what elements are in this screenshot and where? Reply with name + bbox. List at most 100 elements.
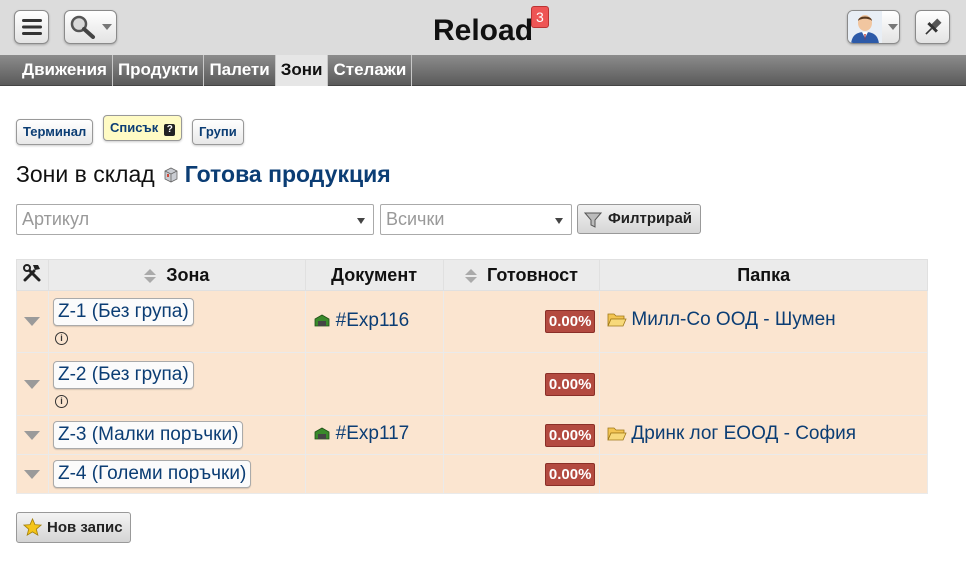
readiness-cell: 0.00% — [442, 454, 601, 494]
warehouse-link[interactable]: Готова продукция — [185, 161, 391, 188]
document-link-label: #Exp117 — [335, 423, 410, 444]
menu-button[interactable] — [14, 10, 49, 44]
document-cell: #Exp116 — [304, 290, 444, 353]
search-icon — [70, 15, 95, 39]
folder-open-icon — [607, 313, 628, 327]
article-filter-placeholder: Артикул — [22, 209, 90, 229]
top-bar: Reload 3 — [0, 0, 966, 55]
state-filter-select[interactable]: Всички — [380, 204, 572, 235]
chevron-down-icon — [555, 218, 563, 224]
zone-link[interactable]: Z-4 (Големи поръчки) — [52, 460, 252, 488]
funnel-icon — [584, 212, 602, 228]
chevron-down-icon — [357, 218, 365, 224]
table-row: Z-2 (Без група) i 0.00% — [16, 352, 928, 416]
terminal-view-button[interactable]: Терминал — [16, 119, 94, 145]
document-link[interactable]: #Exp116 — [314, 309, 410, 332]
new-record-button[interactable]: Нов запис — [16, 512, 131, 543]
row-toggle-cell — [16, 290, 49, 353]
zone-link[interactable]: Z-1 (Без група) — [52, 298, 194, 326]
filter-button[interactable]: Филтрирай — [577, 204, 701, 234]
zone-cell: Z-4 (Големи поръчки) — [47, 454, 306, 494]
zone-column-header[interactable]: Зона — [47, 259, 306, 291]
folder-link-label: Милл-Со ООД - Шумен — [631, 309, 836, 330]
list-view-label: Списък — [110, 120, 159, 135]
state-filter-value: Всички — [386, 209, 445, 229]
row-toggle-cell — [16, 352, 49, 416]
readiness-column-header[interactable]: Готовност — [442, 259, 601, 291]
groups-view-button[interactable]: Групи — [192, 119, 244, 145]
folder-cell: Дринк лог ЕООД - София — [599, 415, 928, 455]
zone-link[interactable]: Z-2 (Без група) — [52, 360, 194, 389]
document-column-header: Документ — [304, 259, 444, 291]
tab-movements[interactable]: Движения — [16, 55, 113, 86]
row-expand-icon[interactable] — [24, 379, 41, 389]
tab-racks[interactable]: Стелажи — [328, 55, 413, 86]
folder-link[interactable]: Дринк лог ЕООД - София — [607, 423, 856, 445]
info-icon[interactable]: i — [54, 394, 68, 408]
filter-button-label: Филтрирай — [608, 210, 693, 227]
zone-cell: Z-1 (Без група) i — [47, 290, 306, 353]
groups-view-label: Групи — [199, 124, 237, 139]
page-title: Зони в склад Готова продукция — [16, 161, 391, 188]
folder-link-label: Дринк лог ЕООД - София — [631, 422, 857, 444]
hamburger-menu-icon — [21, 19, 42, 35]
readiness-column-label: Готовност — [487, 264, 578, 285]
tools-icon — [23, 263, 41, 281]
pin-button[interactable] — [915, 10, 950, 44]
warehouse-box-icon — [164, 167, 178, 182]
document-link[interactable]: #Exp117 — [314, 423, 410, 445]
shipment-icon — [314, 427, 330, 440]
row-expand-icon[interactable] — [24, 469, 41, 479]
readiness-cell: 0.00% — [442, 352, 601, 416]
table-row: Z-4 (Големи поръчки) 0.00% — [16, 454, 928, 494]
folder-cell — [599, 454, 928, 494]
zone-cell: Z-3 (Малки поръчки) — [47, 415, 306, 455]
user-avatar — [848, 11, 882, 43]
zones-table: Зона Документ Готовност Папка Z-1 (Без г… — [16, 259, 928, 494]
document-link-label: #Exp116 — [335, 309, 410, 331]
row-expand-icon[interactable] — [24, 317, 41, 326]
readiness-badge: 0.00% — [544, 372, 596, 396]
page-title-prefix: Зони в склад — [16, 161, 155, 187]
sort-icon[interactable] — [465, 268, 478, 283]
star-icon — [23, 518, 42, 537]
readiness-badge: 0.00% — [544, 310, 596, 333]
table-row: Z-3 (Малки поръчки) #Exp117 0.00% Дринк … — [16, 415, 928, 455]
chevron-down-icon — [888, 24, 898, 30]
sort-icon[interactable] — [144, 268, 157, 283]
tools-column-header[interactable] — [16, 259, 49, 291]
folder-cell — [599, 352, 928, 416]
user-menu-button[interactable] — [847, 10, 900, 44]
folder-open-icon — [607, 427, 628, 440]
zone-column-label: Зона — [166, 264, 210, 285]
readiness-badge: 0.00% — [544, 423, 596, 447]
tab-zones[interactable]: Зони — [275, 55, 329, 86]
tab-pallets[interactable]: Палети — [204, 55, 276, 86]
shipment-icon — [314, 314, 330, 326]
terminal-view-label: Терминал — [23, 124, 87, 139]
readiness-badge: 0.00% — [544, 462, 596, 486]
search-button[interactable] — [64, 10, 117, 44]
readiness-cell: 0.00% — [442, 415, 601, 455]
folder-link[interactable]: Милл-Со ООД - Шумен — [607, 309, 836, 331]
tab-products[interactable]: Продукти — [113, 55, 205, 86]
document-cell — [304, 454, 444, 494]
row-toggle-cell — [16, 415, 49, 455]
notification-badge[interactable]: 3 — [531, 6, 549, 28]
zone-cell: Z-2 (Без група) i — [47, 352, 306, 416]
readiness-cell: 0.00% — [442, 290, 601, 353]
list-view-button[interactable]: Списък? — [103, 115, 183, 141]
table-row: Z-1 (Без група) i #Exp116 0.00% Милл-Со … — [16, 290, 928, 353]
document-column-label: Документ — [331, 264, 418, 285]
article-filter-select[interactable]: Артикул — [16, 204, 374, 235]
row-expand-icon[interactable] — [24, 430, 41, 440]
folder-column-header: Папка — [599, 259, 928, 291]
info-icon[interactable]: i — [54, 332, 68, 345]
folder-cell: Милл-Со ООД - Шумен — [599, 290, 928, 353]
document-cell — [304, 352, 444, 416]
document-cell: #Exp117 — [304, 415, 444, 455]
app-title: Reload — [433, 14, 534, 47]
help-icon[interactable]: ? — [164, 124, 176, 136]
zone-link[interactable]: Z-3 (Малки поръчки) — [52, 421, 244, 449]
new-record-label: Нов запис — [47, 519, 123, 536]
